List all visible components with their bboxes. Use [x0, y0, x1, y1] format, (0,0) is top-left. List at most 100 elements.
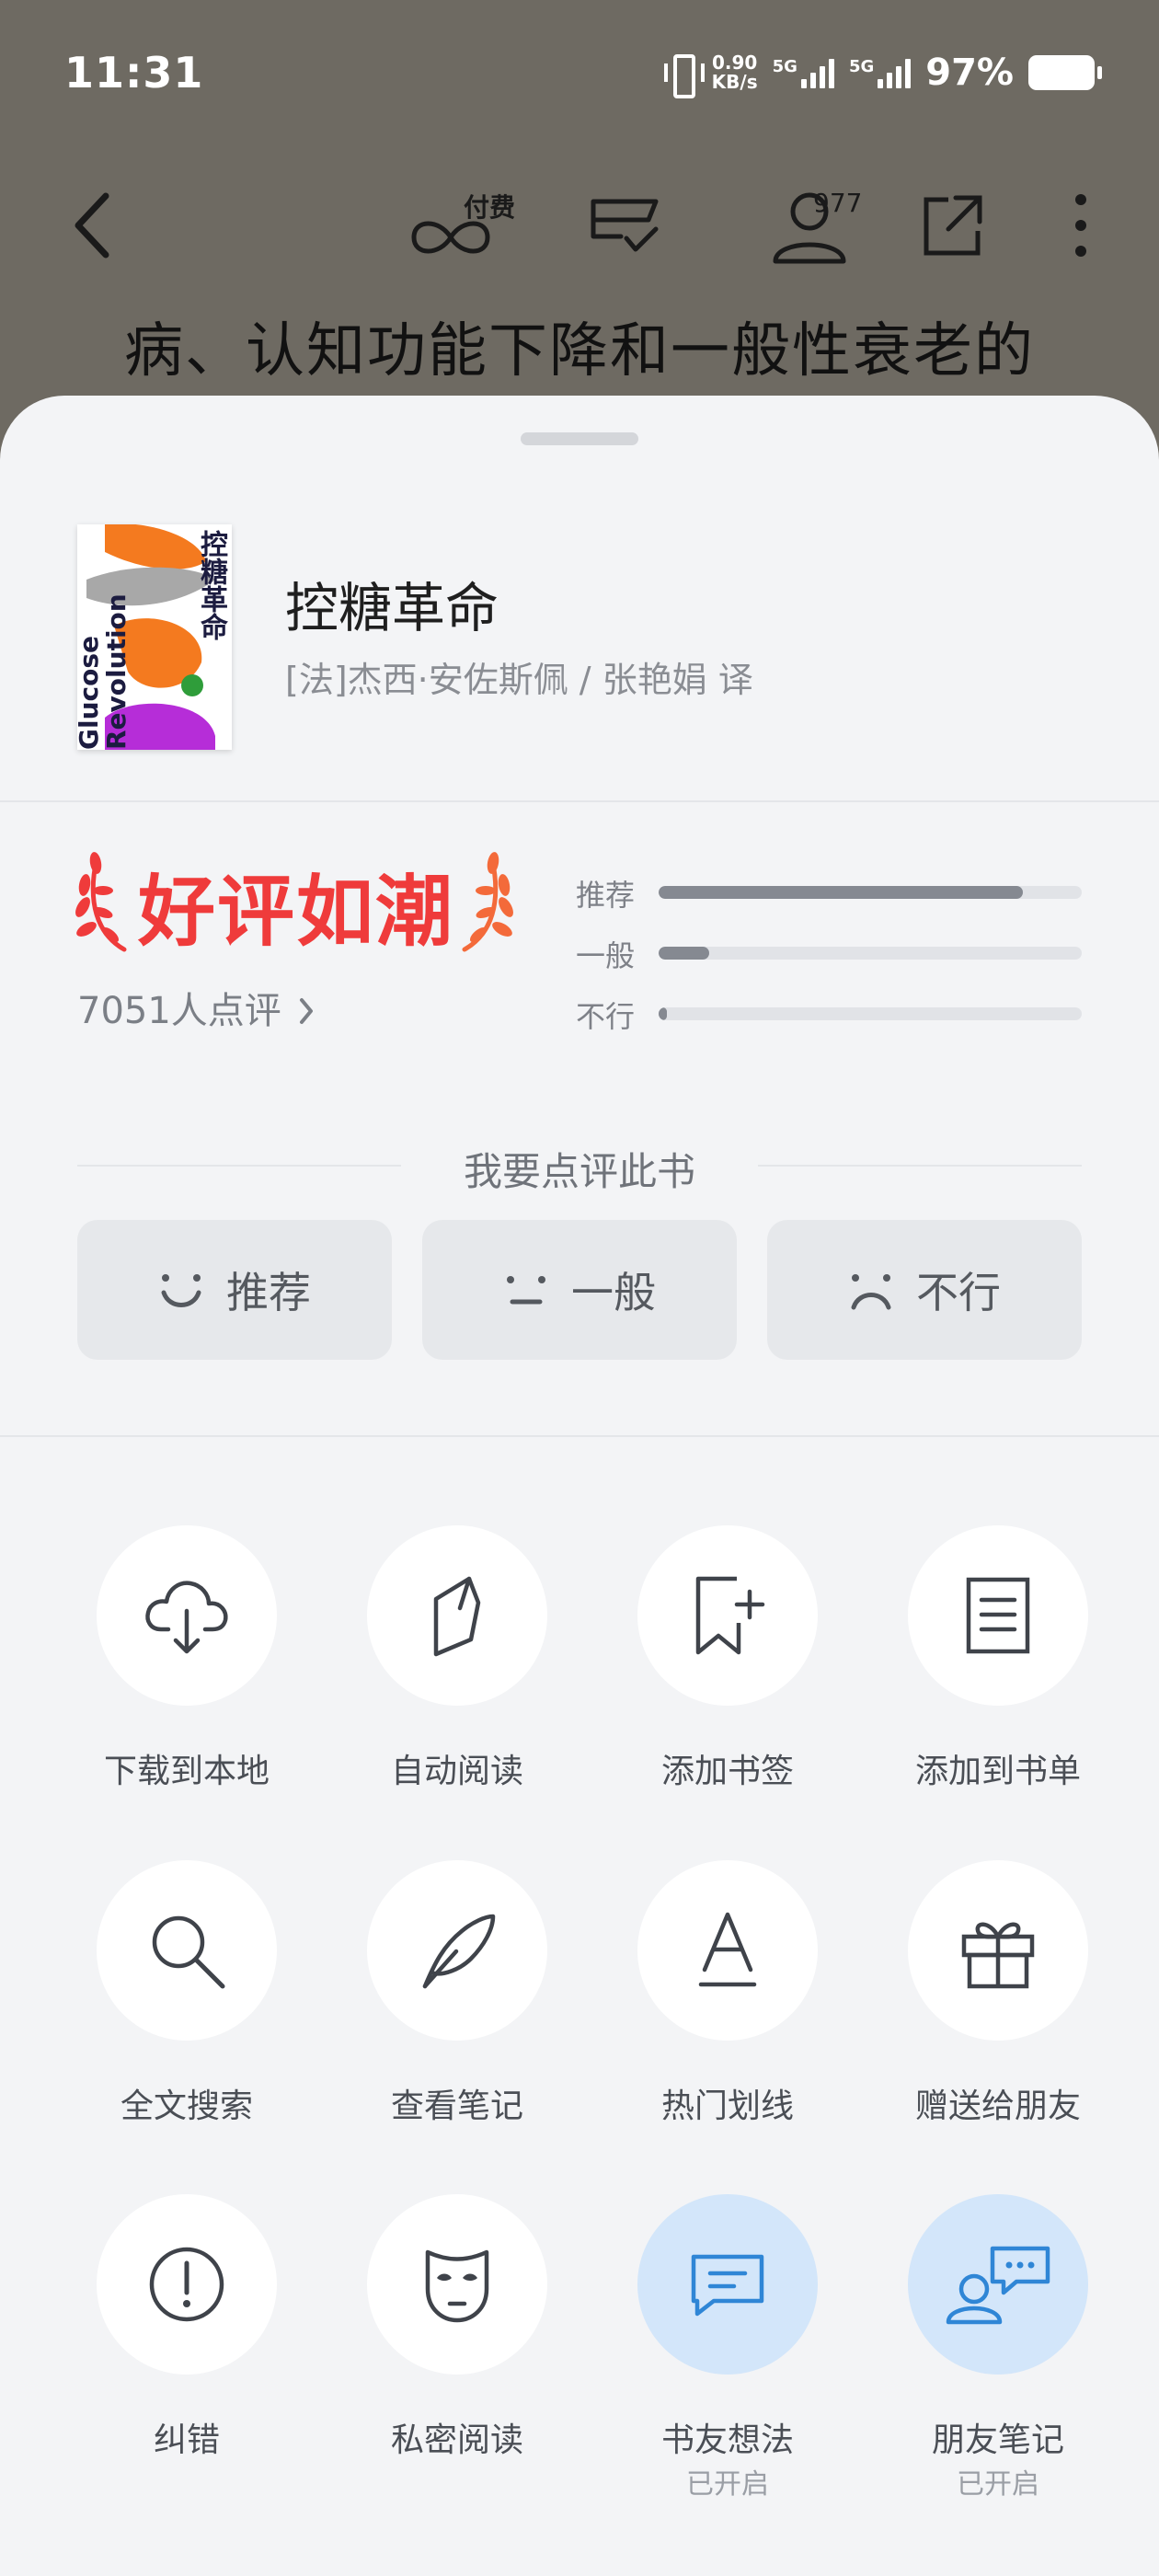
chevron-left-icon [75, 192, 109, 259]
rating-bar-track [659, 947, 1082, 960]
book-info[interactable]: 控糖革命 Glucose Revolution 控糖革命 [法]杰西·安佐斯佩 … [0, 488, 1159, 800]
network-speed-unit: KB/s [711, 71, 758, 93]
battery-icon [1028, 55, 1102, 90]
reader-text-line: 病、认知功能下降和一般性衰老的 [124, 317, 1035, 385]
vibrate-icon [663, 52, 705, 98]
review-count-link[interactable]: 7051人点评 [77, 981, 316, 1034]
readers-button[interactable]: 977 [745, 184, 874, 267]
frown-icon [851, 1274, 891, 1310]
feather-icon [422, 1914, 496, 1989]
cover-title-en: Glucose Revolution [77, 580, 132, 750]
action-circle [637, 1860, 818, 2041]
action-add-booklist[interactable]: 添加到书单 [863, 1525, 1133, 1829]
back-button[interactable] [55, 184, 129, 267]
listen-icon [591, 199, 659, 252]
book-title: 控糖革命 [285, 577, 499, 639]
action-auto-read[interactable]: 自动阅读 [322, 1525, 592, 1829]
action-reader-thoughts[interactable]: 书友想法 已开启 [592, 2194, 863, 2501]
alert-circle-icon [149, 2247, 224, 2322]
action-circle [908, 2194, 1088, 2375]
action-label: 热门划线 [660, 2087, 794, 2125]
bookmark-add-icon [695, 1576, 765, 1655]
review-prompt: 我要点评此书 [463, 1149, 695, 1194]
underline-a-icon [698, 1912, 757, 1987]
action-friend-notes[interactable]: 朋友笔记 已开启 [863, 2194, 1133, 2501]
divider [0, 1435, 1159, 1437]
rate-average-button[interactable]: 一般 [422, 1220, 737, 1360]
action-full-text-search[interactable]: 全文搜索 [52, 1860, 322, 2164]
action-circle [97, 1525, 277, 1706]
action-circle [637, 1525, 818, 1706]
rate-button-label: 一般 [571, 1268, 656, 1317]
signal-sim2: 5G [849, 57, 912, 88]
action-circle [367, 1525, 547, 1706]
rating-bar-track [659, 1007, 1082, 1020]
cover-title-en-line1: Glucose [77, 635, 104, 750]
laurel-right-icon [462, 852, 513, 952]
action-add-bookmark[interactable]: 添加书签 [592, 1525, 863, 1829]
action-label: 添加书签 [660, 1753, 794, 1790]
rate-recommend-button[interactable]: 推荐 [77, 1220, 392, 1360]
rating-bar-poor: 不行 [576, 994, 1091, 1034]
gift-icon [961, 1922, 1035, 1989]
signal-bars-icon [878, 57, 912, 88]
book-cover: 控糖革命 Glucose Revolution [77, 524, 232, 750]
sheet-drag-handle[interactable] [521, 432, 638, 445]
action-label: 赠送给朋友 [914, 2087, 1081, 2125]
action-label: 书友想法 [660, 2421, 794, 2459]
network-speed: 0.90 KB/s [712, 53, 758, 92]
rating-bar-label: 一般 [576, 938, 636, 973]
action-private-reading[interactable]: 私密阅读 [322, 2194, 592, 2498]
sim1-label: 5G [772, 57, 798, 76]
laurel-left-icon [75, 852, 127, 952]
reader-toolbar: 付费 977 [0, 156, 1159, 294]
friends-chat-icon [946, 2246, 1050, 2325]
network-speed-value: 0.90 [711, 52, 758, 74]
neutral-face-icon [507, 1276, 545, 1305]
action-circle [908, 1860, 1088, 2041]
share-button[interactable] [911, 184, 993, 267]
rating-bar-label: 不行 [576, 999, 636, 1034]
cloud-download-icon [145, 1581, 228, 1654]
auto-read-icon [433, 1576, 481, 1657]
rate-poor-button[interactable]: 不行 [767, 1220, 1082, 1360]
book-menu-sheet: 控糖革命 Glucose Revolution 控糖革命 [法]杰西·安佐斯佩 … [0, 396, 1159, 2576]
action-label: 添加到书单 [914, 1753, 1081, 1790]
action-label: 全文搜索 [120, 2087, 253, 2125]
more-vertical-icon [1075, 194, 1086, 257]
booklist-icon [966, 1577, 1030, 1654]
action-view-notes[interactable]: 查看笔记 [322, 1860, 592, 2164]
listen-button[interactable] [580, 184, 671, 267]
share-icon [924, 195, 982, 256]
signal-bars-icon [800, 57, 834, 88]
cover-title-en-line2: Revolution [101, 593, 132, 750]
action-label: 朋友笔记 [931, 2421, 1064, 2459]
rating-bar-fill [659, 947, 710, 960]
rating-bar-fill [659, 886, 1023, 899]
status-bar: 11:31 0.90 KB/s 5G 5G 97% [0, 0, 1159, 156]
paid-button[interactable]: 付费 [405, 184, 534, 267]
action-report-error[interactable]: 纠错 [52, 2194, 322, 2498]
action-label: 私密阅读 [390, 2421, 523, 2459]
chevron-right-icon [299, 998, 313, 1024]
rate-button-label: 不行 [916, 1268, 1001, 1317]
action-circle [367, 1860, 547, 2041]
action-circle [908, 1525, 1088, 1706]
smile-icon [161, 1274, 201, 1307]
status-time: 11:31 [64, 48, 204, 98]
rating-bar-label: 推荐 [576, 878, 636, 913]
rate-button-label: 推荐 [226, 1268, 311, 1317]
rating-bar-average: 一般 [576, 933, 1091, 973]
action-download[interactable]: 下载到本地 [52, 1525, 322, 1829]
divider [0, 800, 1159, 802]
rating-bar-recommend: 推荐 [576, 872, 1091, 913]
action-gift-to-friend[interactable]: 赠送给朋友 [863, 1860, 1133, 2164]
action-hot-highlights[interactable]: 热门划线 [592, 1860, 863, 2164]
action-label: 纠错 [153, 2421, 220, 2459]
mask-icon [425, 2249, 489, 2323]
action-circle [637, 2194, 818, 2375]
more-button[interactable] [1053, 184, 1108, 267]
book-author: [法]杰西·安佐斯佩 / 张艳娟 译 [285, 660, 753, 700]
search-icon [152, 1915, 225, 1989]
rating-badge: 好评如潮 [74, 846, 515, 957]
